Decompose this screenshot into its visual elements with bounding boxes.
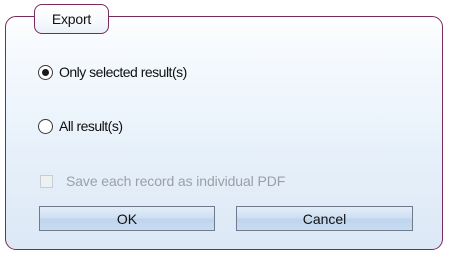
dialog-title: Export [51, 11, 92, 27]
radio-option-all-results[interactable]: All result(s) [38, 116, 123, 136]
radio-option-label: Only selected result(s) [59, 64, 187, 80]
radio-unselected-icon[interactable] [38, 118, 53, 134]
checkbox-icon [40, 174, 53, 188]
radio-option-only-selected[interactable]: Only selected result(s) [38, 62, 187, 82]
cancel-button[interactable]: Cancel [236, 206, 413, 231]
ok-button[interactable]: OK [39, 206, 215, 231]
radio-selected-icon[interactable] [38, 64, 53, 80]
dialog-title-tab: Export [34, 4, 109, 34]
save-individual-pdf-checkbox-row: Save each record as individual PDF [40, 171, 285, 191]
radio-option-label: All result(s) [59, 118, 123, 134]
save-individual-pdf-label: Save each record as individual PDF [66, 173, 286, 189]
